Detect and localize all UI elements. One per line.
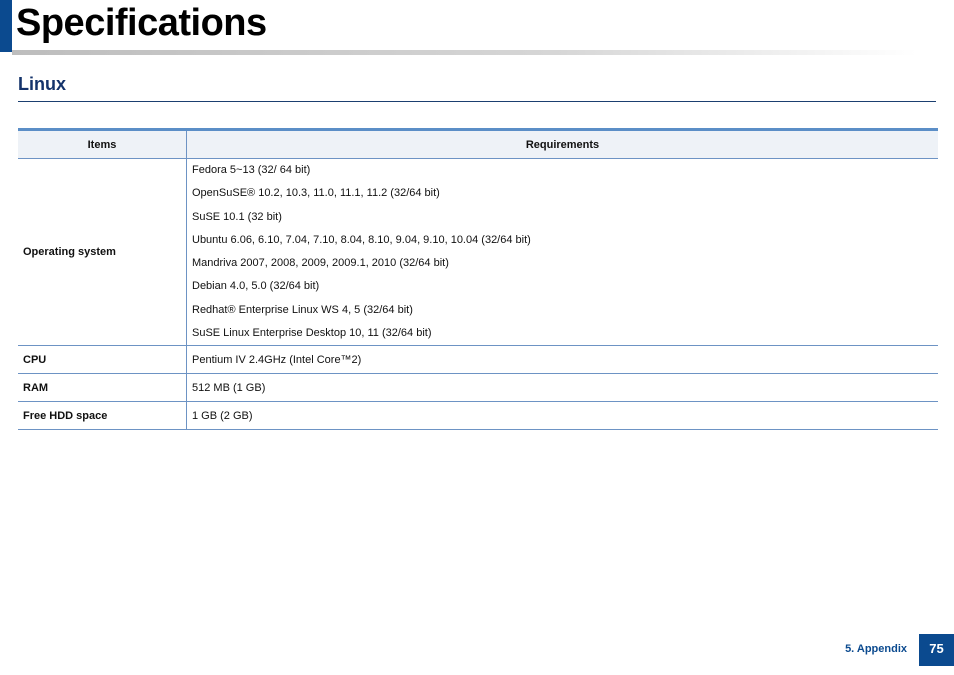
os-entry: SuSE Linux Enterprise Desktop 10, 11 (32…	[192, 327, 432, 340]
item-label-operating-system: Operating system	[18, 158, 187, 347]
requirements-table: Items Requirements Operating system Fedo…	[18, 128, 938, 431]
item-label-ram: RAM	[18, 373, 187, 403]
title-accent-bar	[0, 0, 12, 52]
os-entry: Debian 4.0, 5.0 (32/64 bit)	[192, 280, 320, 293]
os-entry: Mandriva 2007, 2008, 2009, 2009.1, 2010 …	[192, 257, 449, 270]
item-label-cpu: CPU	[18, 345, 187, 375]
section-divider	[18, 101, 936, 102]
requirement-cell-free-hdd-space: 1 GB (2 GB)	[186, 401, 938, 431]
table-row-operating-system: Operating system Fedora 5~13 (32/ 64 bit…	[18, 158, 938, 347]
table-header-row: Items Requirements	[18, 129, 938, 159]
page-number-badge: 75	[919, 634, 954, 666]
column-header-items: Items	[18, 129, 187, 159]
requirement-cell-cpu: Pentium IV 2.4GHz (Intel Core™2)	[186, 345, 938, 375]
page-title: Specifications	[16, 2, 267, 44]
os-entry: OpenSuSE® 10.2, 10.3, 11.0, 11.1, 11.2 (…	[192, 187, 440, 200]
table-row-cpu: CPU Pentium IV 2.4GHz (Intel Core™2)	[18, 345, 938, 375]
footer-chapter-label: 5. Appendix	[845, 643, 907, 655]
os-entry: Fedora 5~13 (32/ 64 bit)	[192, 164, 311, 176]
requirement-cell-ram: 512 MB (1 GB)	[186, 373, 938, 403]
column-header-requirements: Requirements	[186, 129, 938, 159]
os-entry: Ubuntu 6.06, 6.10, 7.04, 7.10, 8.04, 8.1…	[192, 233, 531, 246]
section-heading: Linux	[18, 74, 66, 94]
os-entry: Redhat® Enterprise Linux WS 4, 5 (32/64 …	[192, 303, 413, 316]
title-divider	[12, 50, 917, 55]
table-row-ram: RAM 512 MB (1 GB)	[18, 373, 938, 403]
table-row-free-hdd-space: Free HDD space 1 GB (2 GB)	[18, 401, 938, 431]
requirement-cell-operating-system: Fedora 5~13 (32/ 64 bit) OpenSuSE® 10.2,…	[186, 158, 938, 347]
os-entry: SuSE 10.1 (32 bit)	[192, 210, 282, 223]
item-label-free-hdd-space: Free HDD space	[18, 401, 187, 431]
